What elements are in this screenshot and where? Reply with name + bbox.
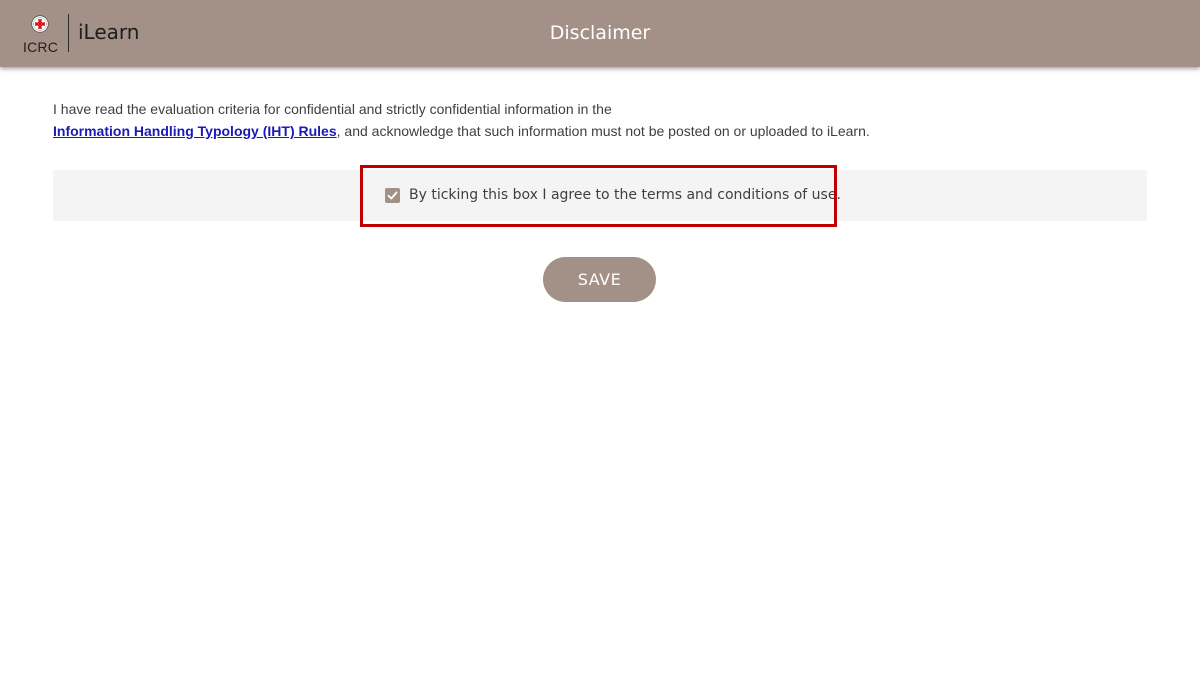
- highlight-annotation: [360, 165, 837, 227]
- disclaimer-text: I have read the evaluation criteria for …: [53, 98, 1153, 142]
- iht-rules-link[interactable]: Information Handling Typology (IHT) Rule…: [53, 123, 337, 139]
- page-title: Disclaimer: [549, 22, 651, 44]
- save-button[interactable]: SAVE: [543, 257, 656, 302]
- intro-text-part-2: , and acknowledge that such information …: [336, 123, 870, 139]
- top-header: ICRC iLearn Disclaimer: [0, 0, 1200, 67]
- intro-text-part-1: I have read the evaluation criteria for …: [53, 101, 612, 117]
